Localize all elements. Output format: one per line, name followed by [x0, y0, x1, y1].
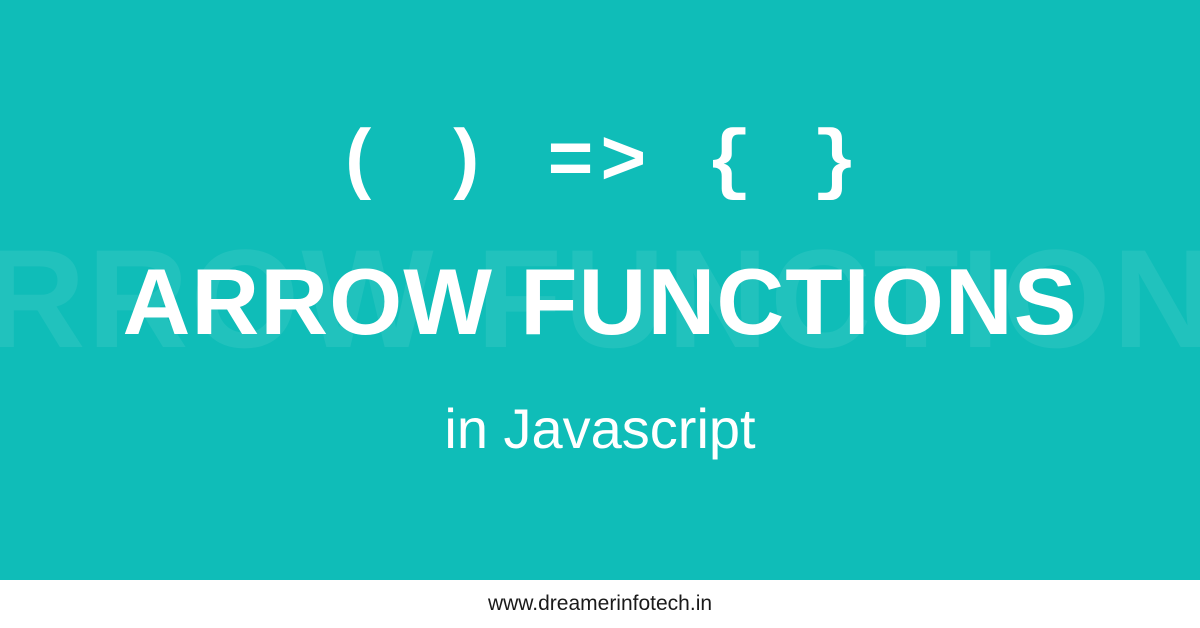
subtitle: in Javascript	[444, 396, 755, 461]
title-main: ARROW FUNCTIONS	[123, 248, 1078, 356]
banner: ( ) => { } RROW FUNCTION ARROW FUNCTIONS…	[0, 0, 1200, 580]
footer-url: www.dreamerinfotech.in	[488, 592, 712, 616]
footer: www.dreamerinfotech.in	[0, 580, 1200, 628]
code-syntax: ( ) => { }	[336, 120, 864, 208]
title-wrapper: RROW FUNCTION ARROW FUNCTIONS	[0, 248, 1200, 356]
